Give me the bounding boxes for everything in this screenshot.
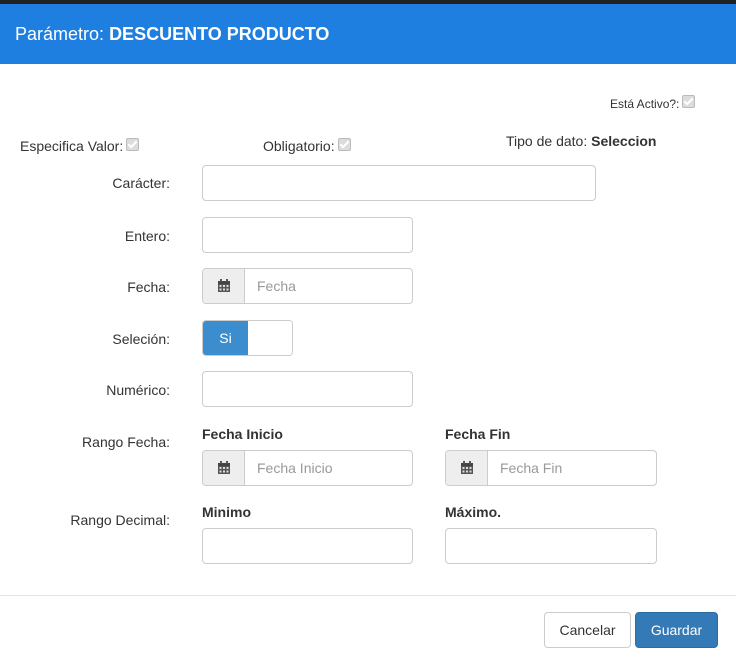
footer-divider bbox=[0, 595, 736, 596]
cancel-button[interactable]: Cancelar bbox=[544, 612, 631, 648]
specifies-value-flag: Especifica Valor: bbox=[20, 137, 140, 155]
fecha-field[interactable]: Fecha bbox=[202, 268, 413, 304]
fecha-fin-label: Fecha Fin bbox=[445, 426, 511, 442]
caracter-label: Carácter: bbox=[112, 175, 170, 191]
active-label: Está Activo?: bbox=[610, 97, 680, 111]
maximo-input[interactable] bbox=[445, 528, 657, 564]
modal-header: Parámetro: DESCUENTO PRODUCTO bbox=[0, 4, 736, 64]
seleccion-label: Seleción: bbox=[112, 331, 170, 347]
minimo-input[interactable] bbox=[202, 528, 413, 564]
fecha-input[interactable]: Fecha bbox=[245, 269, 412, 303]
caracter-input[interactable] bbox=[202, 165, 596, 201]
data-type-label: Tipo de dato: bbox=[506, 133, 588, 149]
fecha-label: Fecha: bbox=[127, 279, 170, 295]
fecha-inicio-calendar-button[interactable] bbox=[203, 451, 245, 485]
fecha-inicio-label: Fecha Inicio bbox=[202, 426, 283, 442]
fecha-calendar-button[interactable] bbox=[203, 269, 245, 303]
calendar-icon bbox=[217, 279, 230, 292]
data-type: Tipo de dato: Seleccion bbox=[506, 132, 656, 150]
fecha-fin-input[interactable]: Fecha Fin bbox=[488, 451, 656, 485]
modal-title: Parámetro: DESCUENTO PRODUCTO bbox=[15, 23, 329, 45]
calendar-icon bbox=[217, 461, 230, 474]
active-checkbox[interactable] bbox=[682, 95, 696, 108]
active-flag: Está Activo?: bbox=[610, 95, 696, 113]
rango-fecha-label: Rango Fecha: bbox=[82, 434, 170, 450]
save-button[interactable]: Guardar bbox=[635, 612, 718, 648]
required-label: Obligatorio: bbox=[263, 138, 335, 154]
rango-decimal-label: Rango Decimal: bbox=[70, 512, 170, 528]
entero-label: Entero: bbox=[124, 228, 170, 244]
toggle-off-area bbox=[248, 321, 292, 355]
required-flag: Obligatorio: bbox=[263, 137, 351, 155]
specifies-value-label: Especifica Valor: bbox=[20, 138, 124, 154]
required-checkbox[interactable] bbox=[337, 138, 351, 151]
minimo-label: Minimo bbox=[202, 504, 251, 520]
specifies-value-checkbox[interactable] bbox=[126, 138, 140, 151]
fecha-inicio-field[interactable]: Fecha Inicio bbox=[202, 450, 413, 486]
numerico-label: Numérico: bbox=[106, 382, 170, 398]
entero-input[interactable] bbox=[202, 217, 413, 253]
parameter-name: DESCUENTO PRODUCTO bbox=[109, 24, 330, 44]
fecha-fin-field[interactable]: Fecha Fin bbox=[445, 450, 657, 486]
fecha-inicio-input[interactable]: Fecha Inicio bbox=[245, 451, 412, 485]
numerico-input[interactable] bbox=[202, 371, 413, 407]
calendar-icon bbox=[460, 461, 473, 474]
fecha-fin-calendar-button[interactable] bbox=[446, 451, 488, 485]
maximo-label: Máximo. bbox=[445, 504, 502, 520]
seleccion-toggle[interactable]: Si bbox=[202, 320, 293, 356]
title-prefix: Parámetro: bbox=[15, 24, 105, 44]
data-type-value: Seleccion bbox=[591, 133, 657, 149]
toggle-on-label: Si bbox=[203, 321, 248, 355]
